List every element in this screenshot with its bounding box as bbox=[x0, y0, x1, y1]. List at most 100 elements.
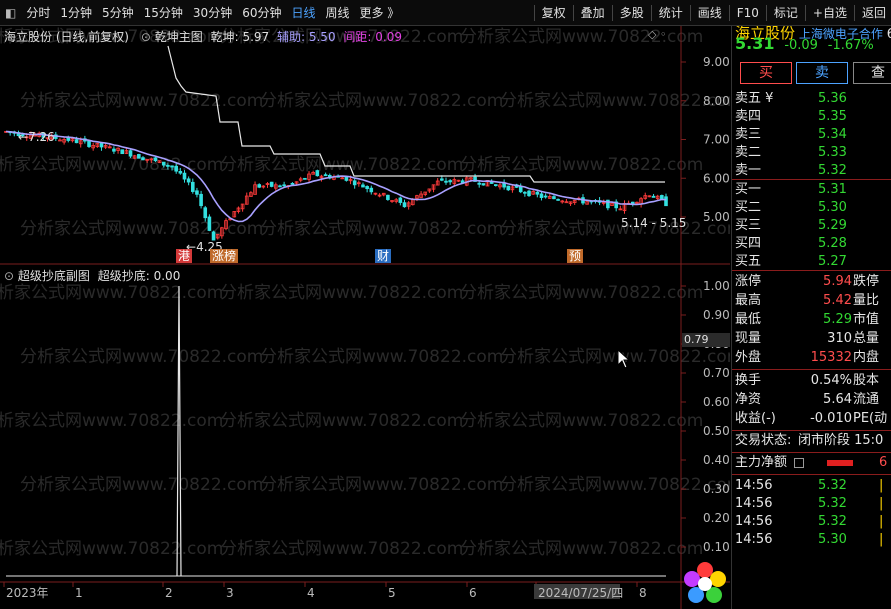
kline-chart[interactable]: 分析家公式网www.70822.com分析家公式网www.70822.com分析… bbox=[0, 26, 730, 609]
candle-body bbox=[323, 174, 328, 177]
toolbar-right: 复权 叠加 多股 统计 画线 F10 标记 +自选 返回 bbox=[532, 0, 891, 26]
tick-row: 14:56 5.32 | bbox=[732, 477, 891, 495]
stats-button[interactable]: 统计 bbox=[654, 0, 688, 26]
draw-line-button[interactable]: 画线 bbox=[693, 0, 727, 26]
tab-daily[interactable]: 日线 bbox=[286, 0, 320, 26]
event-tag[interactable]: 港 bbox=[176, 249, 193, 263]
main-flow-detail-icon[interactable] bbox=[794, 458, 804, 468]
add-watchlist-button[interactable]: +自选 bbox=[808, 0, 852, 26]
back-button[interactable]: 返回 bbox=[857, 0, 891, 26]
mark-button[interactable]: 标记 bbox=[769, 0, 803, 26]
bid-row[interactable]: 买一 5.31 bbox=[732, 181, 891, 199]
multi-stock-button[interactable]: 多股 bbox=[615, 0, 649, 26]
fuquan-button[interactable]: 复权 bbox=[537, 0, 571, 26]
tick-time: 14:56 bbox=[735, 514, 773, 529]
candle-body bbox=[481, 183, 486, 186]
ask-row[interactable]: 卖三 5.34 bbox=[732, 126, 891, 144]
main-y-tick-label: 5.00 bbox=[703, 210, 730, 224]
sub-y-tick-label: 0.90 bbox=[703, 308, 730, 322]
x-tick-label: 2024/07/25/四 bbox=[538, 586, 623, 600]
event-tag[interactable]: 预 bbox=[567, 249, 584, 263]
sub-indicator-label: 超级抄底: bbox=[97, 269, 150, 283]
ask-row[interactable]: 卖四 5.35 bbox=[732, 108, 891, 126]
bid-row[interactable]: 买四 5.28 bbox=[732, 235, 891, 253]
x-tick-label: 4 bbox=[307, 586, 315, 600]
price-line: 5.31 -0.09 -1.67% bbox=[735, 34, 874, 53]
tab-5min[interactable]: 5分钟 bbox=[97, 0, 139, 26]
sub-chart-title[interactable]: 超级抄底副图 bbox=[18, 269, 90, 283]
ask-price: 5.35 bbox=[818, 109, 847, 124]
spread-value: 0.09 bbox=[375, 30, 402, 44]
watermark-text: 分析家公式网www.70822.com bbox=[500, 475, 730, 495]
ask-row[interactable]: 卖二 5.33 bbox=[732, 144, 891, 162]
candle-body bbox=[365, 186, 369, 190]
chart-area[interactable]: 分析家公式网www.70822.com 分析家公式网www.70822.com 分析… bbox=[0, 26, 730, 609]
tick-row: 14:56 5.30 | bbox=[732, 531, 891, 549]
bid-row[interactable]: 买三 5.29 bbox=[732, 217, 891, 235]
overlay-button[interactable]: 叠加 bbox=[576, 0, 610, 26]
tab-30min[interactable]: 30分钟 bbox=[188, 0, 237, 26]
indicator-collapse-icon[interactable]: ⊙ bbox=[141, 30, 151, 44]
main-y-tick-label: 9.00 bbox=[703, 55, 730, 69]
query-button[interactable]: 查 bbox=[853, 62, 891, 84]
panel-toggle-icon[interactable]: ◧ bbox=[0, 0, 21, 26]
buy-button[interactable]: 买 bbox=[740, 62, 792, 84]
candle-body bbox=[269, 181, 274, 187]
main-chart-title: 海立股份 (日线,前复权) bbox=[4, 30, 129, 44]
tab-15min[interactable]: 15分钟 bbox=[139, 0, 188, 26]
watermark-text: 分析家公式网www.70822.com bbox=[260, 219, 503, 239]
candle-body bbox=[99, 142, 104, 148]
tick-row: 14:56 5.32 | bbox=[732, 495, 891, 513]
stat2-label: 收益(-) bbox=[735, 411, 776, 426]
stat-row: 最高 5.42 量比 bbox=[732, 292, 891, 310]
spread-label: 间距: bbox=[343, 30, 372, 44]
toolbar: ◧ 分时 1分钟 5分钟 15分钟 30分钟 60分钟 日线 周线 更多 》 复… bbox=[0, 0, 891, 26]
indicator-value: 5.97 bbox=[242, 30, 270, 44]
tab-fenshi[interactable]: 分时 bbox=[21, 0, 55, 26]
stat2-row: 换手 0.54% 股本 bbox=[732, 372, 891, 390]
bid-row[interactable]: 买五 5.27 bbox=[732, 253, 891, 271]
stat-row: 现量 310 总量 bbox=[732, 330, 891, 348]
stat2-label-2: PE(动 bbox=[853, 411, 888, 426]
stat-label-2: 总量 bbox=[853, 331, 880, 346]
f10-button[interactable]: F10 bbox=[732, 0, 764, 26]
bid-label: 买三 bbox=[735, 218, 762, 233]
indicator-name[interactable]: 乾坤主图 bbox=[155, 30, 203, 44]
chaodi-spike bbox=[176, 285, 182, 577]
stat-label-2: 市值 bbox=[853, 312, 880, 327]
toolbar-left: ◧ 分时 1分钟 5分钟 15分钟 30分钟 60分钟 日线 周线 更多 》 bbox=[0, 0, 404, 26]
sub-collapse-icon[interactable]: ⊙ bbox=[4, 269, 14, 283]
candle-body bbox=[199, 193, 203, 207]
candle-body bbox=[190, 181, 195, 192]
stat2-label: 净资 bbox=[735, 392, 762, 407]
aux-ma-line bbox=[5, 130, 667, 223]
ask-row[interactable]: 卖一 5.32 bbox=[732, 162, 891, 180]
main-y-axis: 9.00 8.00 7.00 6.00 5.00 bbox=[681, 55, 730, 224]
trade-status-label: 交易状态: bbox=[735, 433, 792, 448]
tab-1min[interactable]: 1分钟 bbox=[55, 0, 97, 26]
range-label: 5.14 - 5.15 bbox=[621, 216, 687, 230]
bid-row[interactable]: 买二 5.30 bbox=[732, 199, 891, 217]
tab-weekly[interactable]: 周线 bbox=[321, 0, 355, 26]
watermark-text: 分析家公式网www.70822.com bbox=[20, 475, 263, 495]
tick-time: 14:56 bbox=[735, 478, 773, 493]
stat-row: 最低 5.29 市值 bbox=[732, 311, 891, 329]
bid-price: 5.30 bbox=[818, 200, 847, 215]
bid-price: 5.27 bbox=[818, 254, 847, 269]
candle-body bbox=[344, 176, 349, 181]
watermark-text: 分析家公式网www.70822.com bbox=[0, 155, 223, 175]
stat-value: 5.94 bbox=[823, 274, 852, 289]
watermark-text: 分析家公式网www.70822.com bbox=[260, 475, 503, 495]
ask-row[interactable]: 卖五 ¥ 5.36 bbox=[732, 90, 891, 108]
candle-body bbox=[112, 148, 116, 152]
tab-60min[interactable]: 60分钟 bbox=[237, 0, 286, 26]
sub-indicator-value: 0.00 bbox=[153, 269, 181, 283]
candle-body bbox=[369, 187, 374, 193]
sub-y-tick-label: 1.00 bbox=[703, 279, 730, 293]
event-tag[interactable]: 涨榜 bbox=[210, 249, 239, 263]
sell-button[interactable]: 卖 bbox=[796, 62, 848, 84]
chart-controls-icon[interactable]: ◇ ◦ bbox=[648, 28, 666, 41]
tab-more[interactable]: 更多 》 bbox=[355, 0, 405, 26]
stat2-value: 0.54% bbox=[810, 373, 852, 388]
event-tag[interactable]: 财 bbox=[375, 249, 392, 263]
